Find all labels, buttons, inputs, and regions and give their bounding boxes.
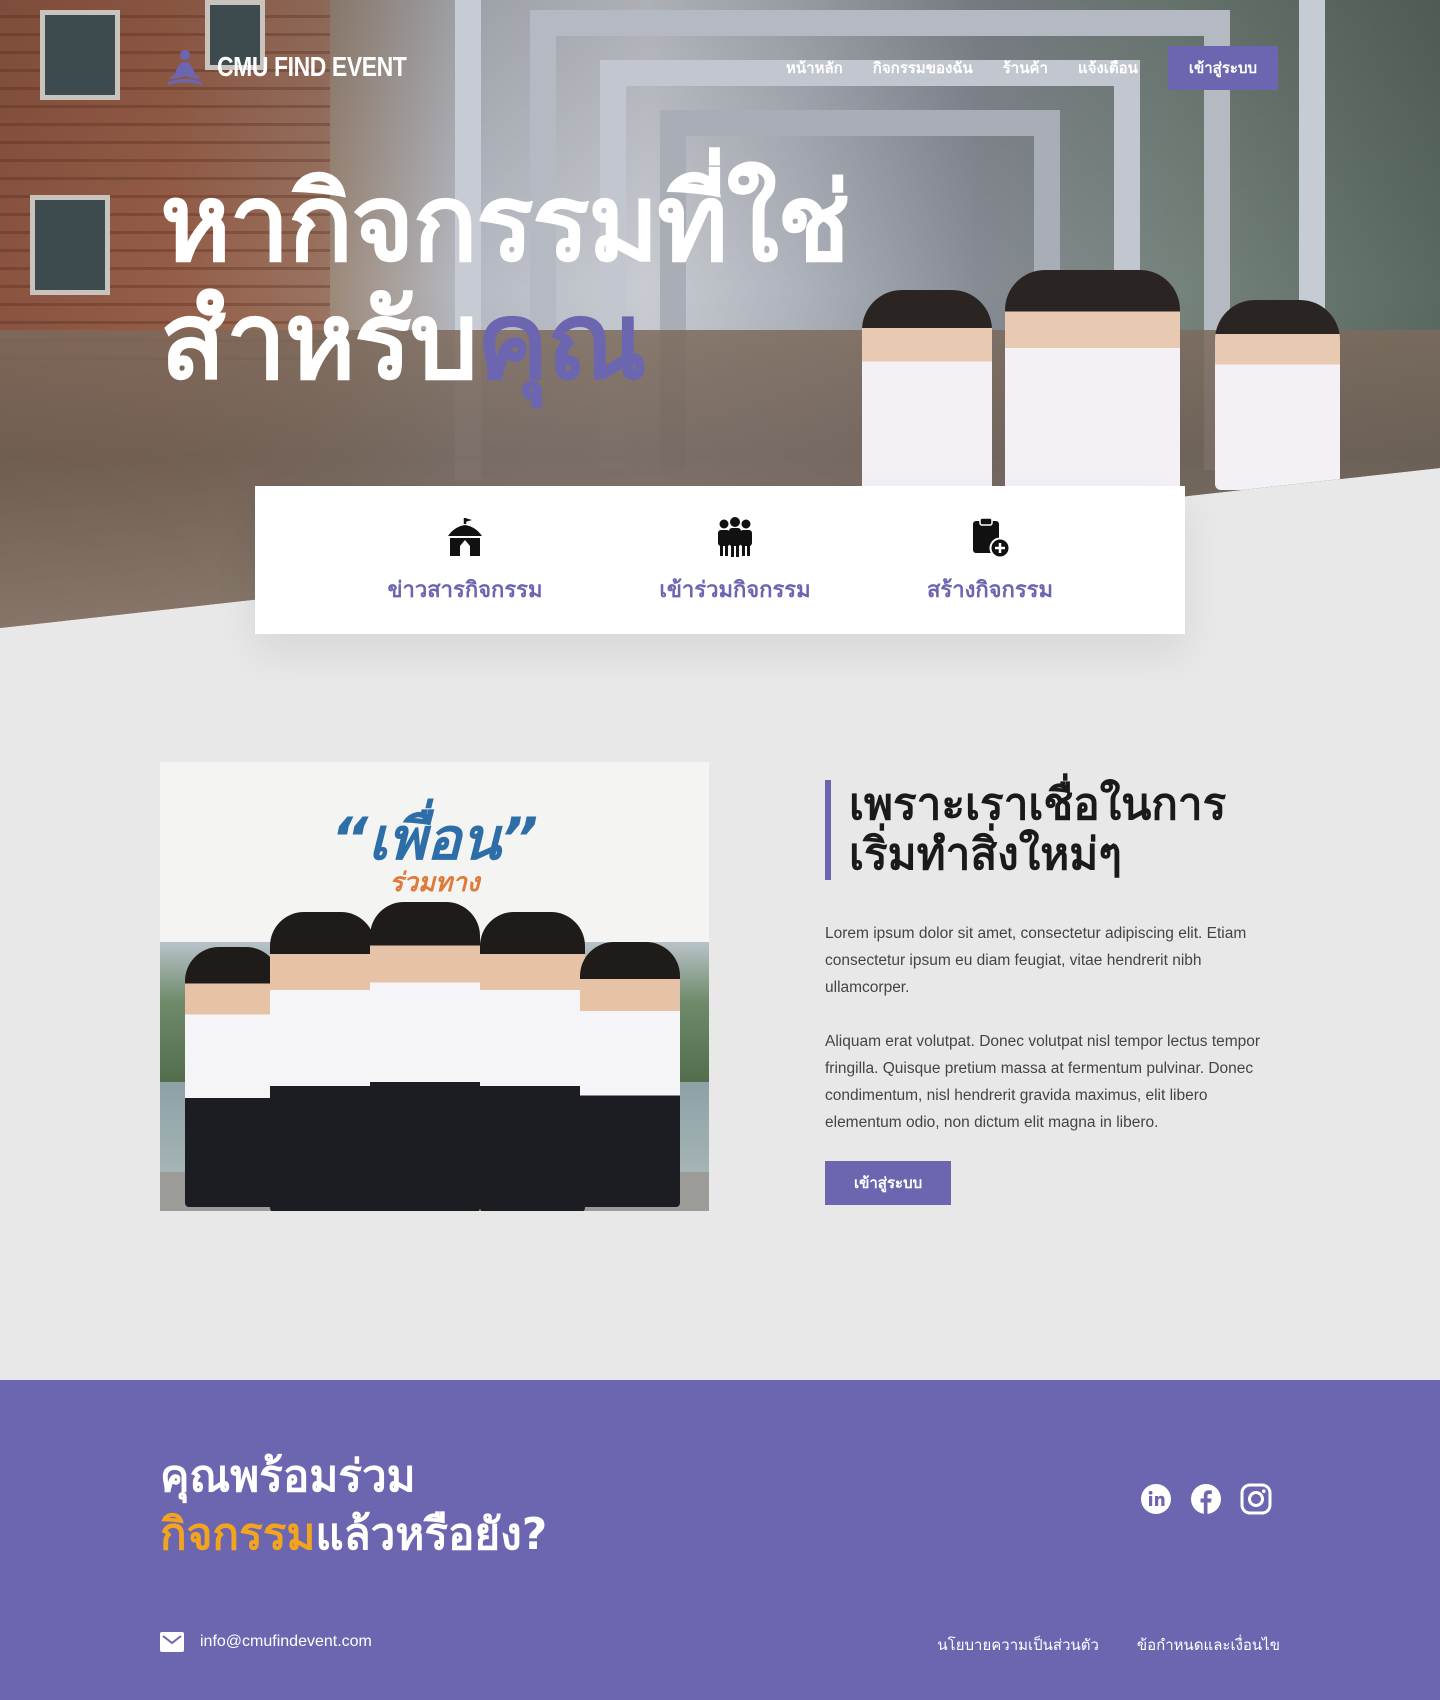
brand-logo[interactable]: CMU FIND EVENT	[165, 48, 448, 86]
meditation-logo-icon	[168, 50, 202, 85]
social-links	[1140, 1483, 1272, 1515]
linkedin-icon[interactable]	[1140, 1483, 1172, 1515]
brand-name: CMU FIND EVENT	[217, 51, 407, 82]
feature-card-panel: ข่าวสารกิจกรรม เข้าร่วมกิจกรรม สร้างกิจก…	[255, 486, 1185, 634]
feature-event-news[interactable]: ข่าวสารกิจกรรม	[380, 516, 550, 607]
hero-headline: หากิจกรรมที่ใช่ สำหรับคุณ	[160, 165, 850, 404]
about-login-button[interactable]: เข้าสู่ระบบ	[825, 1161, 952, 1205]
circus-tent-icon	[448, 518, 482, 556]
feature-create-event[interactable]: สร้างกิจกรรม	[915, 516, 1065, 607]
mail-icon	[160, 1632, 184, 1652]
nav-my-events-link[interactable]: กิจกรรมของฉัน	[873, 56, 973, 80]
cta-highlight: กิจกรรม	[160, 1509, 316, 1560]
about-paragraph: Aliquam erat volutpat. Donec volutpat ni…	[825, 1033, 1261, 1131]
clipboard-add-icon	[973, 517, 1011, 558]
cta-line1: คุณพร้อมร่วม	[160, 1451, 416, 1502]
student-photo	[862, 290, 992, 500]
footer-cta-heading: คุณพร้อมร่วม กิจกรรมแล้วหรือยัง?	[160, 1448, 547, 1564]
privacy-policy-link[interactable]: นโยบายความเป็นส่วนตัว	[937, 1633, 1099, 1657]
contact-email[interactable]: info@cmufindevent.com	[160, 1630, 372, 1654]
main-menu: หน้าหลัก กิจกรรมของฉัน ร้านค้า แจ้งเตือน…	[786, 46, 1278, 90]
poster-subtitle: ร่วมทาง	[389, 868, 480, 898]
nav-shop-link[interactable]: ร้านค้า	[1003, 56, 1048, 80]
nav-home-link[interactable]: หน้าหลัก	[786, 56, 843, 80]
about-heading-line1: เพราะเราเชื่อในการ	[849, 779, 1227, 830]
about-section: เพราะเราเชื่อในการ เริ่มทำสิ่งใหม่ๆ Lore…	[825, 780, 1285, 1205]
people-group-icon	[718, 517, 752, 557]
facebook-icon[interactable]	[1190, 1483, 1222, 1515]
top-navigation: CMU FIND EVENT หน้าหลัก กิจกรรมของฉัน ร้…	[0, 0, 1440, 130]
friends-poster-image: “เพื่อน” ร่วมทาง	[160, 762, 709, 1211]
feature-create-event-label: สร้างกิจกรรม	[926, 578, 1053, 603]
feature-event-news-label: ข่าวสารกิจกรรม	[387, 578, 543, 603]
student-photo	[1215, 300, 1340, 490]
feature-join-event[interactable]: เข้าร่วมกิจกรรม	[650, 516, 820, 607]
hero-headline-accent: คุณ	[476, 279, 646, 404]
footer: คุณพร้อมร่วม กิจกรรมแล้วหรือยัง? info@cm…	[0, 1380, 1440, 1700]
cta-rest: แล้วหรือยัง?	[315, 1509, 548, 1560]
about-paragraph: Lorem ipsum dolor sit amet, consectetur …	[825, 925, 1247, 996]
login-button[interactable]: เข้าสู่ระบบ	[1167, 46, 1278, 90]
student-photo	[1005, 270, 1180, 500]
about-heading-line2: เริ่มทำสิ่งใหม่ๆ	[849, 829, 1122, 880]
feature-join-event-label: เข้าร่วมกิจกรรม	[659, 578, 811, 603]
about-heading: เพราะเราเชื่อในการ เริ่มทำสิ่งใหม่ๆ	[825, 780, 1285, 880]
contact-email-text: info@cmufindevent.com	[200, 1633, 372, 1650]
hero-headline-prefix: สำหรับ	[160, 279, 478, 404]
instagram-icon[interactable]	[1240, 1483, 1272, 1515]
nav-notifications-link[interactable]: แจ้งเตือน	[1078, 56, 1138, 80]
legal-links: นโยบายความเป็นส่วนตัว ข้อกำหนดและเงื่อนไ…	[937, 1633, 1280, 1657]
hero-headline-line1: หากิจกรรมที่ใช่	[160, 161, 850, 286]
terms-link[interactable]: ข้อกำหนดและเงื่อนไข	[1137, 1633, 1280, 1657]
